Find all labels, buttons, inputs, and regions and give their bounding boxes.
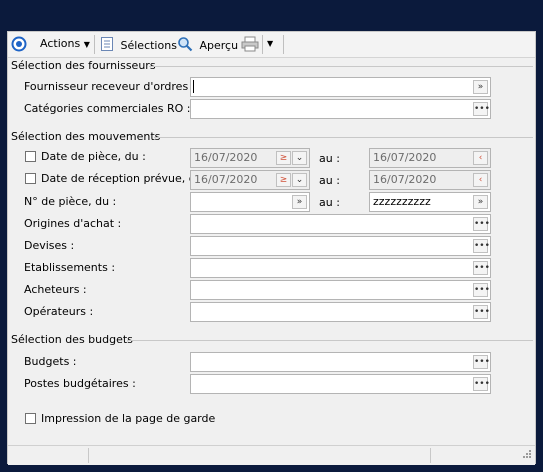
piece-number-to-label: au :	[319, 196, 340, 209]
currencies-label: Devises :	[24, 239, 75, 252]
budget-items-field[interactable]: •••	[190, 374, 491, 394]
section-title-suppliers: Sélection des fournisseurs	[11, 59, 156, 72]
operators-browse-icon[interactable]: •••	[473, 305, 490, 319]
radio-target-icon[interactable]	[11, 36, 27, 52]
calendar-icon[interactable]: ≥	[276, 151, 291, 165]
reception-date-checkbox[interactable]	[25, 173, 36, 184]
dialog-panel: Actions ▼ Sélections Aperçu ▼ Sélection …	[7, 31, 536, 465]
reception-date-from-field[interactable]: 16/07/2020 ≥ ⌄	[190, 170, 310, 190]
establishments-browse-icon[interactable]: •••	[473, 261, 490, 275]
origins-label: Origines d'achat :	[24, 217, 122, 230]
reception-date-to-value: 16/07/2020	[373, 173, 437, 186]
supplier-dropdown-icon[interactable]: »	[473, 80, 488, 94]
reception-date-to-label: au :	[319, 174, 340, 187]
origins-browse-icon[interactable]: •••	[473, 217, 490, 231]
document-icon	[101, 37, 113, 51]
actions-label: Actions	[40, 37, 81, 50]
piece-date-label: Date de pièce, du :	[41, 150, 146, 163]
reception-date-to-field[interactable]: 16/07/2020 ‹	[369, 170, 491, 190]
section-title-budgets: Sélection des budgets	[11, 333, 133, 346]
selections-label: Sélections	[120, 39, 177, 52]
status-cell	[88, 448, 89, 463]
budget-items-label: Postes budgétaires :	[24, 377, 136, 390]
toolbar-separator	[94, 35, 95, 54]
status-cell	[430, 448, 431, 463]
resize-grip-icon[interactable]	[521, 450, 532, 464]
currencies-browse-icon[interactable]: •••	[473, 239, 490, 253]
categories-browse-icon[interactable]: •••	[473, 102, 490, 116]
selections-button[interactable]: Sélections	[100, 36, 177, 52]
piece-number-to-dropdown-icon[interactable]: »	[473, 195, 488, 209]
piece-date-from-field[interactable]: 16/07/2020 ≥ ⌄	[190, 148, 310, 168]
cover-page-checkbox[interactable]	[25, 413, 36, 424]
buyers-browse-icon[interactable]: •••	[473, 283, 490, 297]
toolbar: Actions ▼ Sélections Aperçu ▼	[8, 32, 535, 58]
operators-field[interactable]: •••	[190, 302, 491, 322]
section-title-movements: Sélection des mouvements	[11, 130, 161, 143]
reception-date-from-value: 16/07/2020	[194, 173, 258, 186]
calendar-icon[interactable]: ≥	[276, 173, 291, 187]
text-cursor	[193, 80, 194, 93]
piece-date-to-field[interactable]: 16/07/2020 ‹	[369, 148, 491, 168]
categories-label: Catégories commerciales RO :	[24, 102, 191, 115]
budget-items-browse-icon[interactable]: •••	[473, 377, 490, 391]
toolbar-separator	[262, 35, 263, 54]
caret-down-icon: ▼	[83, 40, 90, 49]
categories-field[interactable]: •••	[190, 99, 491, 119]
establishments-field[interactable]: •••	[190, 258, 491, 278]
budgets-browse-icon[interactable]: •••	[473, 355, 490, 369]
section-divider	[154, 137, 533, 138]
supplier-label: Fournisseur receveur d'ordres :	[24, 80, 196, 93]
reception-date-label: Date de réception prévue, du :	[41, 172, 210, 185]
operators-label: Opérateurs :	[24, 305, 94, 318]
section-divider	[127, 340, 533, 341]
preview-button[interactable]: Aperçu	[177, 36, 238, 52]
budgets-field[interactable]: •••	[190, 352, 491, 372]
section-divider	[149, 66, 533, 67]
buyers-label: Acheteurs :	[24, 283, 87, 296]
piece-date-checkbox[interactable]	[25, 151, 36, 162]
piece-number-to-field[interactable]: zzzzzzzzzz »	[369, 192, 491, 212]
piece-date-to-label: au :	[319, 152, 340, 165]
calendar-arrow-icon[interactable]: ‹	[473, 173, 488, 187]
cover-page-label: Impression de la page de garde	[41, 412, 216, 425]
budgets-label: Budgets :	[24, 355, 77, 368]
piece-number-to-value: zzzzzzzzzz	[373, 195, 431, 208]
toolbar-separator	[283, 35, 284, 54]
chevron-down-icon[interactable]: ⌄	[292, 173, 307, 187]
buyers-field[interactable]: •••	[190, 280, 491, 300]
origins-field[interactable]: •••	[190, 214, 491, 234]
print-dropdown-caret-icon[interactable]: ▼	[267, 36, 273, 52]
piece-number-label: N° de pièce, du :	[24, 195, 117, 208]
print-button[interactable]	[241, 36, 259, 52]
preview-label: Aperçu	[199, 39, 239, 52]
piece-number-from-dropdown-icon[interactable]: »	[292, 195, 307, 209]
chevron-down-icon[interactable]: ⌄	[292, 151, 307, 165]
establishments-label: Etablissements :	[24, 261, 116, 274]
status-bar	[8, 445, 535, 465]
calendar-arrow-icon[interactable]: ‹	[473, 151, 488, 165]
magnifier-icon	[178, 37, 193, 52]
piece-number-from-field[interactable]: »	[190, 192, 310, 212]
piece-date-to-value: 16/07/2020	[373, 151, 437, 164]
actions-menu-button[interactable]: Actions ▼	[40, 36, 90, 52]
currencies-field[interactable]: •••	[190, 236, 491, 256]
printer-icon	[241, 36, 259, 52]
supplier-field[interactable]: »	[190, 77, 491, 97]
piece-date-from-value: 16/07/2020	[194, 151, 258, 164]
